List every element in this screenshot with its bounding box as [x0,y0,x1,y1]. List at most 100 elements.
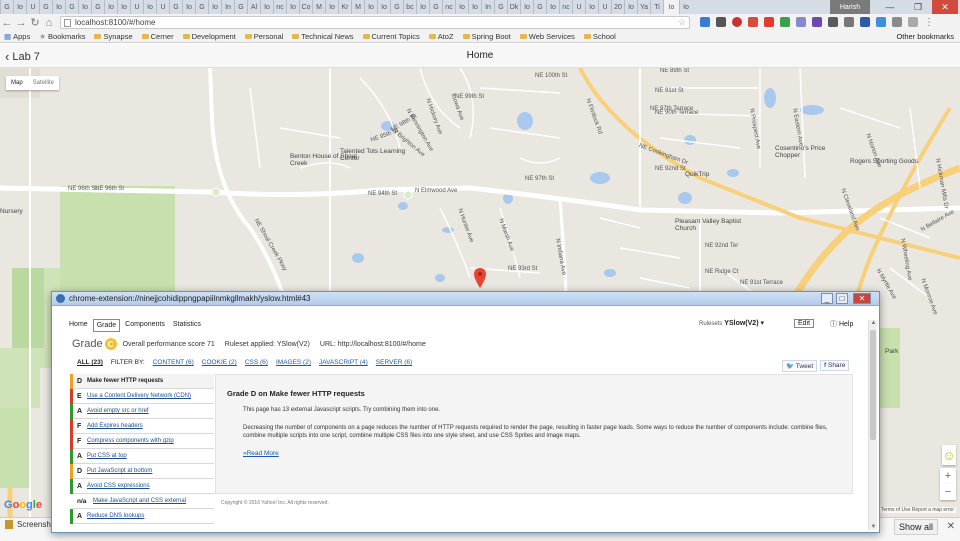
bookmark-item[interactable]: Development [182,32,236,41]
bookmark-item[interactable]: AtoZ [428,32,454,41]
browser-tab[interactable]: Io [364,0,377,14]
yslow-tab-statistics[interactable]: Statistics [170,319,204,332]
bookmark-item[interactable]: Cerner [141,32,174,41]
browser-tab[interactable]: Io [260,0,273,14]
url-input[interactable]: localhost:8100/#/home ☆ [60,16,690,29]
show-all-button[interactable]: Show all [893,519,938,535]
browser-tab[interactable]: Ya [637,0,650,14]
scroll-up-icon[interactable]: ▲ [869,320,878,326]
close-downloads-icon[interactable]: ✕ [947,521,955,532]
bookmark-item[interactable]: ▦ Apps [4,32,30,41]
browser-tab[interactable]: Io [117,0,130,14]
browser-tab[interactable]: G [65,0,78,14]
browser-tab[interactable]: G [494,0,507,14]
yslow-titlebar[interactable]: chrome-extension://ninejjcohidippngpapii… [52,292,879,306]
rule-item[interactable]: A Reduce DNS lookups [70,508,214,524]
map-footer-links[interactable]: Terms of Use Report a map error [878,507,956,513]
tweet-button[interactable]: 🐦 Tweet [782,360,818,372]
close-window-button[interactable]: ✕ [932,0,958,14]
browser-tab[interactable]: nc [442,0,455,14]
browser-tab[interactable]: Io [377,0,390,14]
browser-tab[interactable]: G [91,0,104,14]
extension-icon[interactable] [828,17,838,27]
browser-tab[interactable]: M [312,0,325,14]
browser-tab[interactable]: G [234,0,247,14]
bookmark-item[interactable]: Current Topics [362,32,420,41]
extension-icon[interactable] [748,17,758,27]
browser-tab[interactable]: Io [455,0,468,14]
bookmark-item[interactable]: Personal [244,32,283,41]
bookmark-item[interactable]: School [583,32,616,41]
rule-item[interactable]: F Compress components with gzip [70,433,214,449]
browser-tab[interactable]: Io [468,0,481,14]
extension-icon[interactable] [764,17,774,27]
zoom-in-button[interactable]: + [940,468,956,484]
browser-tab[interactable]: Io [546,0,559,14]
browser-tab[interactable]: Io [624,0,637,14]
browser-tab[interactable]: U [130,0,143,14]
map-poi-label[interactable]: Park [885,348,955,355]
browser-tab[interactable]: U [26,0,39,14]
yslow-tab-components[interactable]: Components [122,319,168,332]
browser-tab[interactable]: G [429,0,442,14]
map-poi-label[interactable]: Cosentino's Price Chopper [775,145,845,159]
browser-tab[interactable]: M [351,0,364,14]
report-link[interactable]: Report a map error [912,507,954,513]
extension-icon[interactable] [780,17,790,27]
bookmark-item[interactable]: Spring Boot [462,32,511,41]
browser-tab[interactable]: U [598,0,611,14]
forward-icon[interactable]: → [14,17,28,29]
browser-tab[interactable]: Io [143,0,156,14]
browser-tab[interactable]: U [156,0,169,14]
browser-tab[interactable]: nc [273,0,286,14]
browser-tab[interactable]: Io [520,0,533,14]
yslow-minimize-button[interactable]: _ [821,293,833,304]
browser-tab[interactable]: Io [585,0,598,14]
map-type-satellite-button[interactable]: Satellite [28,76,59,90]
browser-tab[interactable]: G [533,0,546,14]
extension-icon[interactable] [732,17,742,27]
rule-item[interactable]: D Put JavaScript at bottom [70,463,214,479]
browser-tab[interactable]: bc [403,0,416,14]
browser-tab[interactable]: In [221,0,234,14]
home-icon[interactable]: ⌂ [42,17,56,29]
browser-tab[interactable]: Co [299,0,312,14]
share-button[interactable]: f Share [820,360,850,371]
browser-tab[interactable]: G [0,0,13,14]
browser-tab[interactable]: G [390,0,403,14]
browser-tab[interactable]: Io [679,0,692,14]
browser-tab[interactable]: Io [78,0,91,14]
browser-tab[interactable]: Io [286,0,299,14]
browser-tab[interactable]: Io [104,0,117,14]
map-type-map-button[interactable]: Map [6,76,28,90]
browser-tab[interactable]: G [39,0,52,14]
scroll-thumb[interactable] [870,330,876,440]
map-poi-label[interactable]: Rogers Sporting Goods [850,158,920,165]
rule-item[interactable]: F Add Expires headers [70,418,214,434]
bookmark-item[interactable]: Synapse [94,32,133,41]
map-poi-label[interactable]: Pleasant Valley Baptist Church [675,218,745,232]
browser-tab[interactable]: Io [208,0,221,14]
rule-item[interactable]: n/a Make JavaScript and CSS external [70,493,214,509]
rule-item[interactable]: A Avoid empty src or href [70,403,214,419]
filter-link[interactable]: COOKIE (2) [202,359,237,366]
browser-tab[interactable]: Dk [507,0,520,14]
map-poi-label[interactable]: Nursery [0,208,70,215]
filter-link[interactable]: IMAGES (2) [276,359,311,366]
edit-button[interactable]: Edit [794,319,815,328]
bookmark-star-icon[interactable]: ☆ [678,17,686,28]
extension-icon[interactable] [892,17,902,27]
read-more-link[interactable]: »Read More [243,450,279,457]
rule-item[interactable]: D Make fewer HTTP requests [70,373,214,389]
filter-link[interactable]: CONTENT (6) [153,359,194,366]
map-poi-label[interactable]: QuikTrip [685,171,755,178]
map-poi-label[interactable]: Talented Tots Learning Center [340,148,410,162]
browser-tab[interactable]: Ti [650,0,663,14]
map-marker-icon[interactable] [474,268,486,288]
browser-tab[interactable]: Al [247,0,260,14]
extension-icon[interactable] [908,17,918,27]
browser-tab[interactable]: 20 [611,0,624,14]
extension-icon[interactable] [716,17,726,27]
rule-item[interactable]: A Avoid CSS expressions [70,478,214,494]
extension-icon[interactable] [796,17,806,27]
